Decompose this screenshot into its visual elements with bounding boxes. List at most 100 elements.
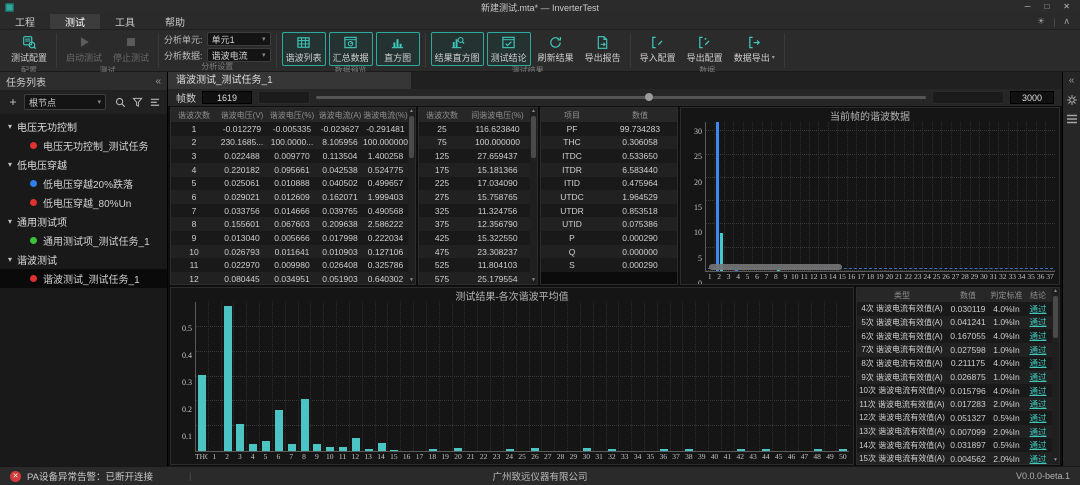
result-histogram-button[interactable]: 结果直方图 xyxy=(431,32,484,66)
tree-item[interactable]: 低电压穿越_80%Un xyxy=(0,193,167,212)
pass-link[interactable]: 通过 xyxy=(1024,316,1052,328)
scrollbar-thumb[interactable] xyxy=(531,116,536,158)
table-row[interactable]: 325 11.324756 xyxy=(419,204,530,218)
table-row[interactable]: 9 0.013040 0.005666 0.017998 0.222034 xyxy=(171,231,408,245)
tree-item[interactable]: 电压无功控制_测试任务 xyxy=(0,136,167,155)
frame-count-input[interactable] xyxy=(202,91,252,104)
expand-list-icon[interactable] xyxy=(149,97,161,108)
scroll-up-icon[interactable]: ▲ xyxy=(531,108,536,115)
table-row[interactable]: 525 11.804103 xyxy=(419,258,530,272)
table-row[interactable]: 75 100.000000 xyxy=(419,136,530,150)
table-row[interactable]: ITDC 0.533650 xyxy=(541,149,677,163)
table-row[interactable]: 6次 谐波电流有效值(A) 0.167055 4.0%In 通过 xyxy=(857,329,1052,343)
vertical-scrollbar[interactable]: ▲ ▼ xyxy=(408,108,415,284)
stop-test-button[interactable]: 停止测试 xyxy=(109,32,153,66)
table-row[interactable]: UTID 0.075386 xyxy=(541,217,677,231)
table-row[interactable]: 1 -0.012279 -0.005335 -0.023627 -0.29148… xyxy=(171,122,408,136)
scroll-up-icon[interactable]: ▲ xyxy=(1053,288,1058,295)
vertical-scrollbar[interactable]: ▲ ▼ xyxy=(1052,288,1059,464)
table-row[interactable]: 15次 谐波电流有效值(A) 0.004562 2.0%In 通过 xyxy=(857,452,1052,465)
table-row[interactable]: 275 15.758765 xyxy=(419,190,530,204)
vertical-scrollbar[interactable]: ▲ ▼ xyxy=(530,108,537,284)
table-row[interactable]: P 0.000290 xyxy=(541,231,677,245)
table-row[interactable]: 5次 谐波电流有效值(A) 0.041241 1.0%In 通过 xyxy=(857,316,1052,330)
analysis-data-select[interactable]: 谐波电流 ▾ xyxy=(207,48,271,62)
table-row[interactable]: PF 99.734283 xyxy=(541,122,677,136)
analysis-unit-select[interactable]: 单元1 ▾ xyxy=(207,32,271,46)
pass-link[interactable]: 通过 xyxy=(1024,453,1052,465)
scroll-down-icon[interactable]: ▼ xyxy=(531,277,536,284)
table-row[interactable]: 10次 谐波电流有效值(A) 0.015796 4.0%In 通过 xyxy=(857,384,1052,398)
menu-project[interactable]: 工程 xyxy=(0,14,50,29)
table-row[interactable]: THC 0.306058 xyxy=(541,136,677,150)
maximize-icon[interactable]: □ xyxy=(1044,0,1049,14)
data-export-button[interactable]: 数据导出 ▾ xyxy=(730,32,779,66)
table-row[interactable]: 225 17.034090 xyxy=(419,177,530,191)
test-conclusion-button[interactable]: 测试结论 xyxy=(487,32,531,66)
table-row[interactable]: 13次 谐波电流有效值(A) 0.007099 2.0%In 通过 xyxy=(857,425,1052,439)
summary-data-button[interactable]: 汇总数据 xyxy=(329,32,373,66)
pass-link[interactable]: 通过 xyxy=(1024,303,1052,315)
menu-help[interactable]: 帮助 xyxy=(150,14,200,29)
table-row[interactable]: ITID 0.475964 xyxy=(541,177,677,191)
tree-item[interactable]: 通用测试项_测试任务_1 xyxy=(0,231,167,250)
tree-group[interactable]: ▾低电压穿越 xyxy=(0,155,167,174)
menu-tools[interactable]: 工具 xyxy=(100,14,150,29)
tree-group[interactable]: ▾谐波测试 xyxy=(0,250,167,269)
export-config-button[interactable]: 导出配置 xyxy=(683,32,727,66)
pass-link[interactable]: 通过 xyxy=(1024,385,1052,397)
scrollbar-thumb[interactable] xyxy=(1053,296,1058,338)
refresh-results-button[interactable]: 刷新结果 xyxy=(534,32,578,66)
scroll-down-icon[interactable]: ▼ xyxy=(1053,457,1058,464)
test-config-button[interactable]: 测试配置 xyxy=(7,32,51,66)
filter-icon[interactable] xyxy=(132,97,143,108)
table-row[interactable]: ITDR 6.583440 xyxy=(541,163,677,177)
tab-harmonic-test-task[interactable]: 谐波测试_测试任务_1 xyxy=(168,72,411,89)
histogram-button[interactable]: 直方图 xyxy=(376,32,420,66)
table-row[interactable]: 8 0.155601 0.067603 0.209638 2.586222 xyxy=(171,217,408,231)
table-row[interactable]: 11 0.022970 0.009980 0.026408 0.325786 xyxy=(171,258,408,272)
collapse-right-panel-button[interactable]: « xyxy=(1069,75,1075,86)
frame-slider[interactable] xyxy=(316,96,926,99)
table-row[interactable]: 425 15.322550 xyxy=(419,231,530,245)
table-row[interactable]: 475 23.308237 xyxy=(419,245,530,259)
pass-link[interactable]: 通过 xyxy=(1024,398,1052,410)
search-icon[interactable] xyxy=(115,97,126,108)
collapse-ribbon-icon[interactable]: ∧ xyxy=(1063,16,1070,27)
theme-icon[interactable]: ☀ xyxy=(1037,16,1045,27)
menu-test[interactable]: 测试 xyxy=(50,14,100,29)
pass-link[interactable]: 通过 xyxy=(1024,412,1052,424)
table-row[interactable]: 4次 谐波电流有效值(A) 0.030119 4.0%In 通过 xyxy=(857,302,1052,316)
start-test-button[interactable]: 启动测试 xyxy=(62,32,106,66)
table-row[interactable]: 11次 谐波电流有效值(A) 0.017283 2.0%In 通过 xyxy=(857,397,1052,411)
table-row[interactable]: 10 0.026793 0.011641 0.010903 0.127106 xyxy=(171,245,408,259)
table-row[interactable]: 2 230.1685... 100.0000... 8.105956 100.0… xyxy=(171,136,408,150)
tree-group[interactable]: ▾电压无功控制 xyxy=(0,117,167,136)
table-row[interactable]: Q 0.000000 xyxy=(541,245,677,259)
pass-link[interactable]: 通过 xyxy=(1024,344,1052,356)
table-row[interactable]: UTDR 0.853518 xyxy=(541,204,677,218)
pass-link[interactable]: 通过 xyxy=(1024,357,1052,369)
pass-link[interactable]: 通过 xyxy=(1024,439,1052,451)
table-row[interactable]: S 0.000290 xyxy=(541,258,677,272)
table-row[interactable]: 14次 谐波电流有效值(A) 0.031897 0.5%In 通过 xyxy=(857,438,1052,452)
table-row[interactable]: 25 116.623840 xyxy=(419,122,530,136)
table-row[interactable]: 125 27.659437 xyxy=(419,149,530,163)
table-row[interactable]: 4 0.220182 0.095661 0.042538 0.524775 xyxy=(171,163,408,177)
table-row[interactable]: 9次 谐波电流有效值(A) 0.026875 1.0%In 通过 xyxy=(857,370,1052,384)
table-row[interactable]: 12次 谐波电流有效值(A) 0.051327 0.5%In 通过 xyxy=(857,411,1052,425)
pass-link[interactable]: 通过 xyxy=(1024,426,1052,438)
frame-max-input[interactable] xyxy=(1010,91,1054,104)
import-config-button[interactable]: 导入配置 xyxy=(636,32,680,66)
list-panel-icon[interactable] xyxy=(1066,114,1078,124)
table-row[interactable]: 7次 谐波电流有效值(A) 0.027598 1.0%In 通过 xyxy=(857,343,1052,357)
tree-item[interactable]: 低电压穿越20%跌落 xyxy=(0,174,167,193)
close-icon[interactable]: ✕ xyxy=(1063,0,1070,14)
scrollbar-thumb[interactable] xyxy=(409,116,414,158)
node-filter-select[interactable]: 根节点 ▾ xyxy=(24,94,106,110)
minimize-icon[interactable]: ─ xyxy=(1025,0,1031,14)
export-report-button[interactable]: 导出报告 xyxy=(581,32,625,66)
pass-link[interactable]: 通过 xyxy=(1024,330,1052,342)
table-row[interactable]: 5 0.025061 0.010888 0.040502 0.499657 xyxy=(171,177,408,191)
slider-handle[interactable] xyxy=(645,93,653,101)
